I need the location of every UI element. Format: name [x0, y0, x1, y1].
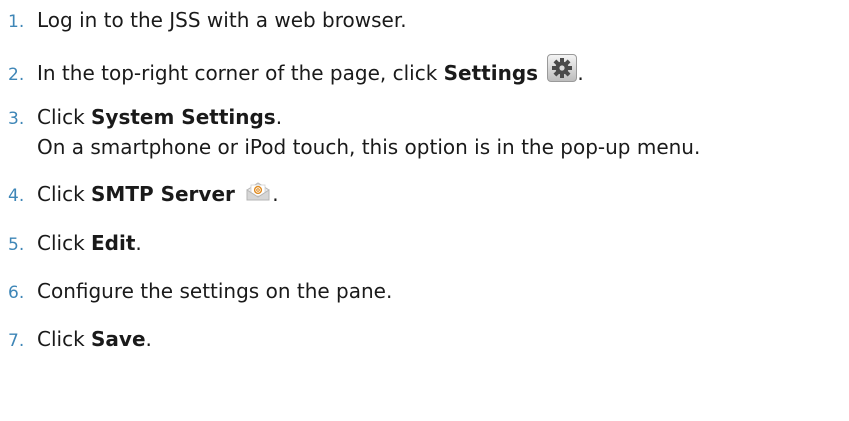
step-text-end: . [275, 105, 283, 129]
step-1: 1. Log in to the JSS with a web browser. [8, 6, 407, 36]
step-number: 6. [8, 283, 25, 303]
step-text: Click [37, 105, 92, 129]
step-text: Click [37, 182, 92, 206]
edit-label: Edit [91, 231, 136, 255]
step-text: Configure the settings on the pane. [37, 279, 393, 303]
step-number: 7. [8, 331, 25, 351]
gear-icon [547, 54, 578, 82]
step-text-end: . [577, 61, 584, 85]
step-number: 3. [8, 109, 25, 129]
step-2: 2. In the top-right corner of the page, c… [8, 54, 584, 89]
settings-label: Settings [443, 61, 539, 85]
step-text-end: . [135, 231, 142, 255]
step-text: Log in to the JSS with a web browser. [37, 8, 407, 32]
save-label: Save [91, 327, 146, 351]
step-text-end: . [145, 327, 152, 351]
system-settings-label: System Settings [91, 105, 276, 129]
step-text: In the top-right corner of the page, cli… [37, 61, 444, 85]
mail-icon [244, 181, 272, 201]
step-text: Click [37, 231, 92, 255]
step-3: 3. Click System Settings. On a smartphone… [8, 103, 700, 161]
step-number: 4. [8, 186, 25, 206]
step-7: 7. Click Save. [8, 325, 152, 355]
step-number: 1. [8, 12, 25, 32]
step-number: 2. [8, 65, 25, 85]
step-note: On a smartphone or iPod touch, this opti… [37, 135, 701, 159]
step-text-end: . [272, 182, 279, 206]
step-number: 5. [8, 235, 25, 255]
step-5: 5. Click Edit. [8, 229, 142, 259]
step-6: 6. Configure the settings on the pane. [8, 277, 392, 307]
step-4: 4. Click SMTP Server . [8, 180, 279, 210]
step-text: Click [37, 327, 92, 351]
smtp-server-label: SMTP Server [91, 182, 235, 206]
